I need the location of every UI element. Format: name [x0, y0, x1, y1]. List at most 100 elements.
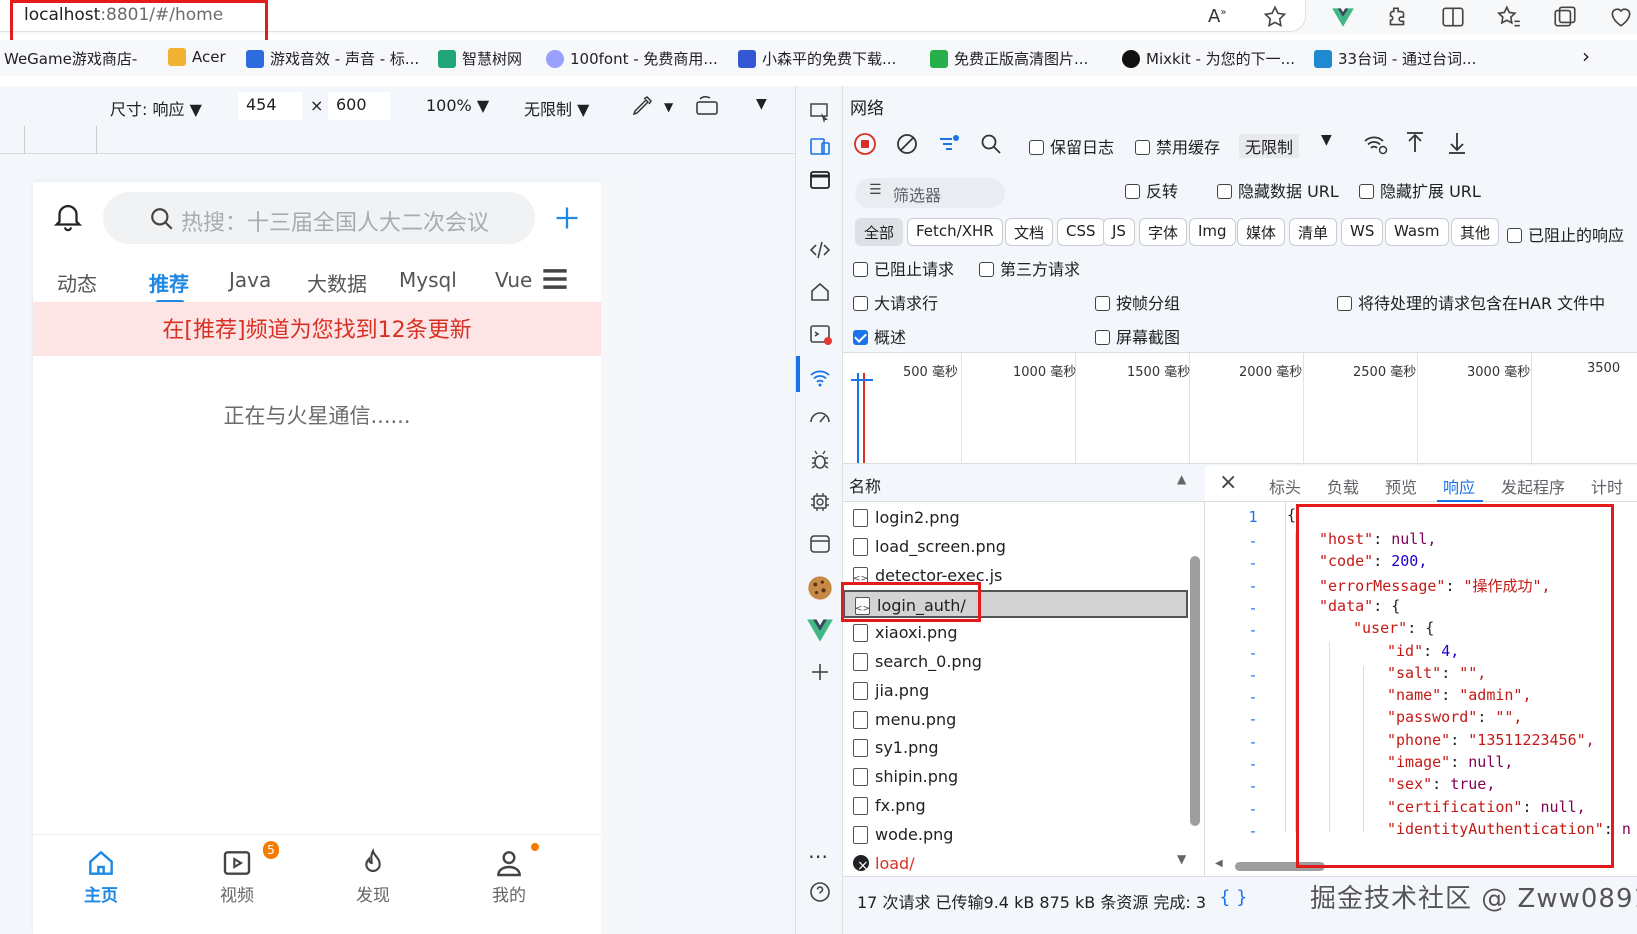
device-throttle-dropdown[interactable]: 无限制 ▼	[524, 96, 589, 120]
add-icon[interactable]	[553, 204, 581, 232]
type-filter-fetch-xhr[interactable]: Fetch/XHR	[907, 218, 1003, 246]
more-tools-icon[interactable]: ⋯	[808, 844, 828, 868]
blocked-requests-checkbox[interactable]: 已阻止请求	[853, 256, 954, 280]
request-row[interactable]: login_auth/	[843, 590, 1188, 623]
bookmark-item[interactable]: 智慧树网	[438, 48, 522, 69]
type-filter-doc[interactable]: 文档	[1005, 218, 1054, 246]
search-bar[interactable]: 热搜：十三届全国人大二次会议	[103, 192, 535, 244]
cpu-icon[interactable]	[808, 490, 832, 514]
home-panel-icon[interactable]	[808, 280, 832, 304]
device-height-input[interactable]: 600	[328, 92, 390, 120]
blocked-response-checkbox[interactable]: 已阻止的响应	[1507, 222, 1624, 246]
preserve-log-checkbox[interactable]: 保留日志	[1029, 134, 1114, 158]
vue-icon[interactable]	[806, 616, 834, 644]
split-screen-icon[interactable]	[1440, 4, 1466, 30]
checkbox-box[interactable]	[1029, 140, 1044, 155]
bookmark-item[interactable]: 33台词 - 通过台词...	[1314, 48, 1476, 69]
record-stop-icon[interactable]	[853, 132, 877, 156]
request-row[interactable]: fx.png	[843, 792, 1188, 820]
channel-tab-dongtai[interactable]: 动态	[57, 268, 97, 297]
clear-icon[interactable]	[895, 132, 919, 156]
har-pending-checkbox[interactable]: 将待处理的请求包含在HAR 文件中	[1337, 290, 1605, 314]
channel-tab-mysql[interactable]: Mysql	[399, 268, 457, 292]
response-body[interactable]: 1 { - "host": null, - "code": 200, - "errorMe…	[1205, 502, 1637, 840]
bookmark-item[interactable]: WeGame游戏商店-	[4, 48, 137, 69]
address-bar-url[interactable]: localhost:8801/#/home	[24, 5, 223, 25]
type-filter-wasm[interactable]: Wasm	[1385, 218, 1449, 246]
filter-input[interactable]: ☰ 筛选器	[855, 178, 1005, 208]
network-conditions-icon[interactable]	[1363, 132, 1389, 156]
tab-preview[interactable]: 预览	[1385, 474, 1417, 498]
channel-tab-tuijian[interactable]: 推荐	[149, 268, 189, 297]
performance-gauge-icon[interactable]	[808, 406, 832, 430]
favorite-star-icon[interactable]	[1262, 4, 1288, 30]
response-horizontal-scrollbar[interactable]	[1235, 862, 1325, 871]
request-row[interactable]: jia.png	[843, 677, 1188, 705]
bottom-tab-profile[interactable]: 我的	[469, 847, 549, 906]
scroll-left-icon[interactable]: ◀	[1215, 858, 1223, 869]
menu-icon[interactable]	[541, 264, 569, 294]
overview-checkbox[interactable]: 概述	[853, 324, 906, 348]
device-emulation-icon[interactable]	[808, 134, 832, 158]
request-row[interactable]: sy1.png	[843, 734, 1188, 762]
scroll-down-icon[interactable]: ▼	[1177, 852, 1186, 866]
checkbox-box[interactable]	[1135, 140, 1150, 155]
bookmark-item[interactable]: Mixkit - 为您的下一...	[1122, 48, 1295, 69]
throttling-dropdown-arrow-icon[interactable]: ▼	[1321, 132, 1332, 148]
add-panel-icon[interactable]	[808, 660, 832, 684]
pretty-print-button[interactable]: { }	[1219, 887, 1248, 908]
performance-icon[interactable]	[1608, 4, 1634, 30]
extensions-icon[interactable]	[1384, 4, 1410, 30]
request-row[interactable]: menu.png	[843, 706, 1188, 734]
bookmark-item[interactable]: 小森平的免费下载...	[738, 48, 896, 69]
tab-initiator[interactable]: 发起程序	[1501, 474, 1565, 498]
bookmark-item[interactable]: 免费正版高清图片...	[930, 48, 1088, 69]
tab-payload[interactable]: 负载	[1327, 474, 1359, 498]
type-filter-js[interactable]: JS	[1103, 218, 1135, 246]
vue-devtools-icon[interactable]	[1330, 4, 1356, 30]
help-icon[interactable]	[808, 880, 832, 904]
pen-icon[interactable]	[630, 94, 654, 118]
name-column-header[interactable]: 名称	[849, 473, 881, 497]
large-rows-checkbox[interactable]: 大请求行	[853, 290, 938, 314]
elements-icon[interactable]	[808, 238, 832, 262]
request-row[interactable]: login2.png	[843, 504, 1188, 532]
type-filter-other[interactable]: 其他	[1451, 218, 1500, 246]
hide-extension-url-checkbox[interactable]: 隐藏扩展 URL	[1359, 178, 1481, 202]
search-icon[interactable]	[979, 132, 1003, 156]
bookmark-item[interactable]: Acer	[168, 48, 226, 66]
screenshots-checkbox[interactable]: 屏幕截图	[1095, 324, 1180, 348]
request-row[interactable]: search_0.png	[843, 648, 1188, 676]
read-aloud-icon[interactable]: A»	[1208, 6, 1234, 32]
window-icon[interactable]	[808, 168, 832, 192]
request-row[interactable]: shipin.png	[843, 763, 1188, 791]
disable-cache-checkbox[interactable]: 禁用缓存	[1135, 134, 1220, 158]
type-filter-font[interactable]: 字体	[1139, 218, 1188, 246]
hide-data-url-checkbox[interactable]: 隐藏数据 URL	[1217, 178, 1339, 202]
type-filter-ws[interactable]: WS	[1341, 218, 1384, 246]
channel-tab-vue[interactable]: Vue	[495, 268, 532, 292]
third-party-requests-checkbox[interactable]: 第三方请求	[979, 256, 1080, 280]
cookie-icon[interactable]	[806, 574, 834, 602]
tab-headers[interactable]: 标头	[1269, 474, 1301, 498]
console-icon[interactable]	[808, 322, 832, 346]
tab-response[interactable]: 响应	[1443, 474, 1475, 498]
channel-tab-java[interactable]: Java	[229, 268, 271, 292]
bottom-tab-home[interactable]: 主页	[61, 847, 141, 906]
export-har-icon[interactable]	[1445, 130, 1469, 156]
type-filter-media[interactable]: 媒体	[1237, 218, 1286, 246]
bug-icon[interactable]	[808, 448, 832, 472]
bell-icon[interactable]	[51, 198, 85, 234]
network-wifi-icon[interactable]	[808, 366, 832, 390]
network-overview-timeline[interactable]: 500 毫秒 1000 毫秒 1500 毫秒 2000 毫秒 2500 毫秒 3…	[843, 352, 1637, 465]
close-icon[interactable]: ×	[1219, 470, 1237, 495]
request-row[interactable]: load_screen.png	[843, 533, 1188, 561]
group-by-frame-checkbox[interactable]: 按帧分组	[1095, 290, 1180, 314]
application-icon[interactable]	[808, 532, 832, 556]
request-row[interactable]: load/	[843, 850, 1188, 880]
request-row[interactable]: detector-exec.js	[843, 562, 1188, 593]
throttling-dropdown[interactable]: 无限制	[1239, 134, 1300, 158]
bookmark-item[interactable]: 100font - 免费商用...	[546, 48, 718, 69]
type-filter-img[interactable]: Img	[1189, 218, 1236, 246]
channel-tab-bigdata[interactable]: 大数据	[307, 268, 367, 297]
